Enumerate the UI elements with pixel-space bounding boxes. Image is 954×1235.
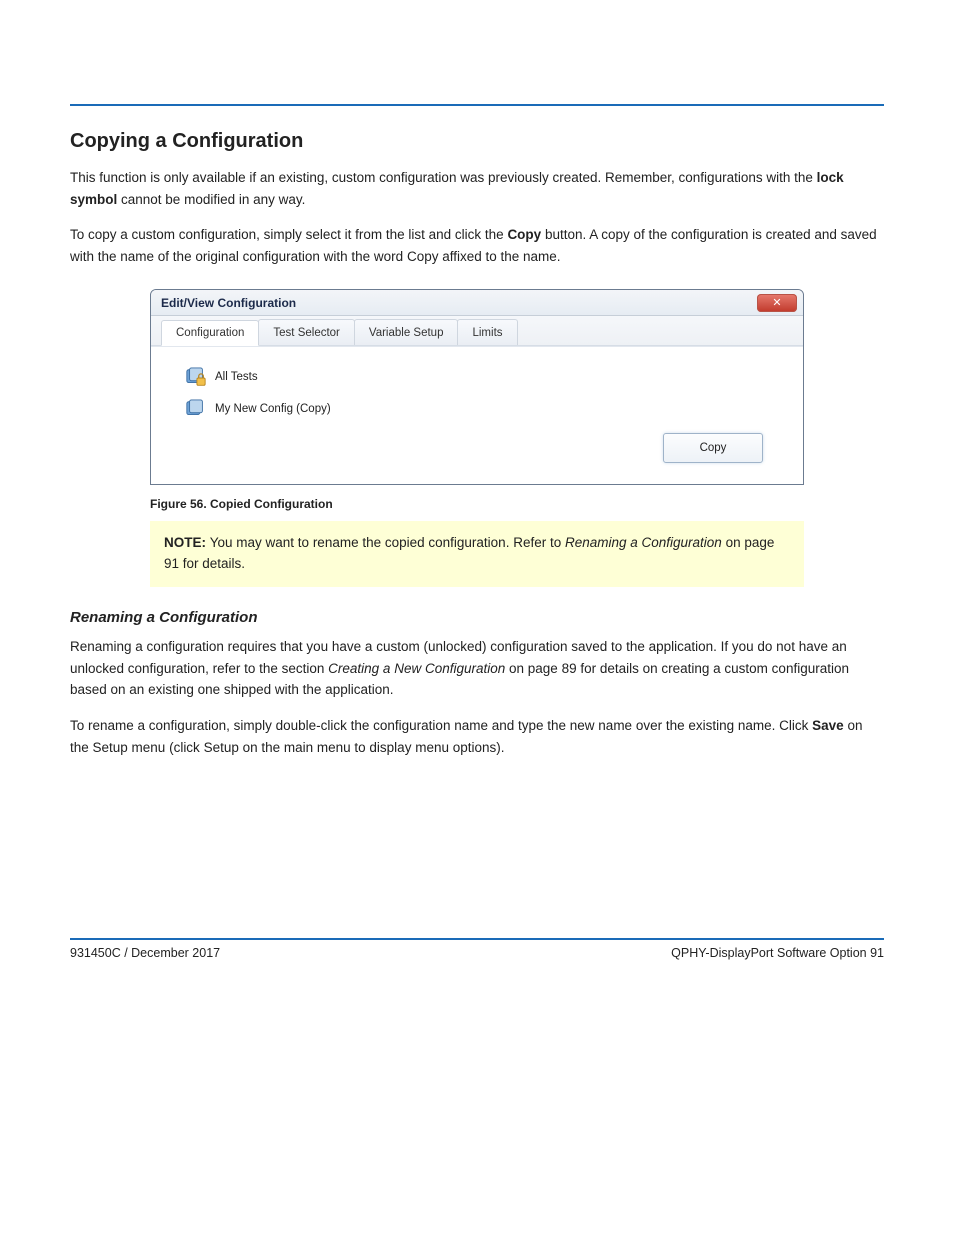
tab-configuration[interactable]: Configuration [161, 320, 259, 346]
config-item-my-copy[interactable]: My New Config (Copy) [181, 393, 641, 425]
footer-row: 931450C / December 2017 QPHY-DisplayPort… [70, 946, 884, 960]
section-title-rename: Renaming a Configuration [70, 609, 884, 626]
config-item-label: My New Config (Copy) [215, 403, 331, 415]
tab-limits[interactable]: Limits [457, 319, 517, 345]
configuration-list: All Tests My New Config (Copy) [181, 361, 641, 425]
config-icon [185, 399, 207, 419]
note-text-a: You may want to rename the copied config… [210, 535, 565, 550]
note-link: Renaming a Configuration [565, 535, 722, 550]
note-label: NOTE: [164, 535, 210, 550]
figure-caption: Figure 56. Copied Configuration [150, 497, 884, 511]
figure-56: Edit/View Configuration ✕ Configuration … [150, 289, 884, 485]
rename-link: Creating a New Configuration [328, 661, 505, 676]
tab-variable-setup[interactable]: Variable Setup [354, 319, 459, 345]
rename-p2-a: To rename a configuration, simply double… [70, 718, 812, 733]
window-body: All Tests My New Config (Copy) Copy [151, 346, 803, 484]
window-titlebar: Edit/View Configuration ✕ [151, 290, 803, 316]
copy-button[interactable]: Copy [663, 433, 763, 463]
rename-para-1: Renaming a configuration requires that y… [70, 636, 884, 701]
copy-button-ref: Copy [507, 227, 541, 242]
tab-strip: Configuration Test Selector Variable Set… [151, 316, 803, 346]
save-button-ref: Save [812, 718, 844, 733]
dialog-window: Edit/View Configuration ✕ Configuration … [150, 289, 804, 485]
window-title: Edit/View Configuration [161, 296, 296, 310]
footer-right: QPHY-DisplayPort Software Option 91 [671, 946, 884, 960]
window-close-button[interactable]: ✕ [757, 294, 797, 312]
copy-para-1: This function is only available if an ex… [70, 167, 884, 210]
footer-left: 931450C / December 2017 [70, 946, 220, 960]
page: Copying a Configuration This function is… [0, 0, 954, 1000]
note-box: NOTE: You may want to rename the copied … [150, 521, 804, 587]
copy-p1-b: cannot be modified in any way. [117, 192, 305, 207]
config-item-all-tests[interactable]: All Tests [181, 361, 641, 393]
rename-para-2: To rename a configuration, simply double… [70, 715, 884, 758]
config-item-label: All Tests [215, 371, 258, 383]
copy-para-2: To copy a custom configuration, simply s… [70, 224, 884, 267]
copy-p1-a: This function is only available if an ex… [70, 170, 817, 185]
page-footer: 931450C / December 2017 QPHY-DisplayPort… [70, 938, 884, 960]
close-icon: ✕ [772, 296, 781, 309]
locked-config-icon [185, 367, 207, 387]
copy-p2-a: To copy a custom configuration, simply s… [70, 227, 507, 242]
bottom-rule [70, 938, 884, 940]
section-title-copy: Copying a Configuration [70, 130, 884, 153]
top-rule [70, 104, 884, 106]
tab-test-selector[interactable]: Test Selector [258, 319, 354, 345]
header-space [70, 56, 884, 104]
